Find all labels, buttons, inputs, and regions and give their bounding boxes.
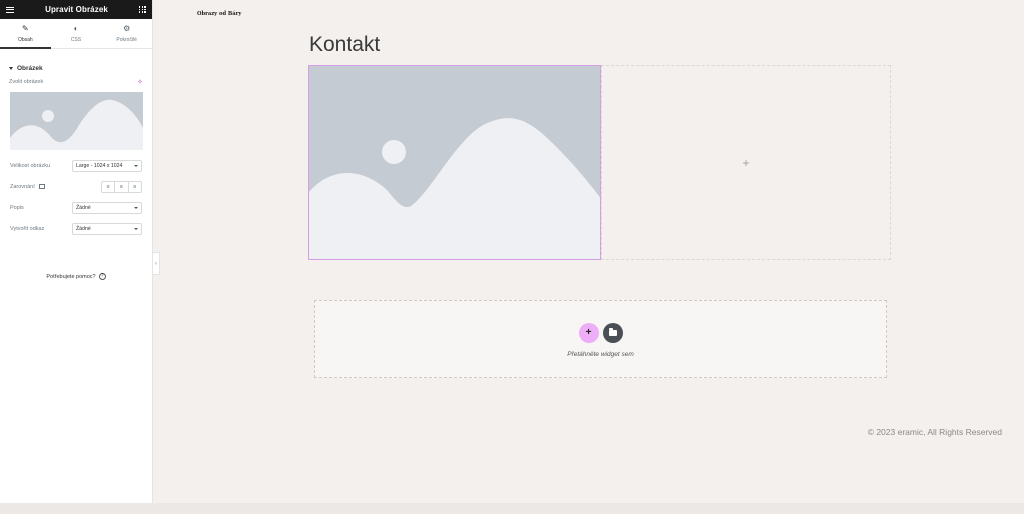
image-size-label: Velikost obrázku xyxy=(10,162,51,169)
align-left-icon: ≡ xyxy=(106,183,110,190)
widgets-grid-icon[interactable] xyxy=(138,6,146,13)
tab-advanced-label: Pokročilé xyxy=(116,37,137,43)
tab-advanced[interactable]: ⚙ Pokročilé xyxy=(101,19,152,48)
chevron-down-icon xyxy=(134,206,138,209)
alignment-buttons: ≡ ≡ ≡ xyxy=(101,180,142,193)
help-text: Potřebujete pomoc? xyxy=(46,273,96,280)
alignment-label-group: Zarovnání xyxy=(10,184,45,190)
align-center-button[interactable]: ≡ xyxy=(115,181,129,192)
chevron-left-icon: ‹ xyxy=(155,260,157,267)
image-placeholder-icon xyxy=(10,92,143,150)
site-logo[interactable]: Obrazy od Báry xyxy=(197,11,241,17)
alignment-row: Zarovnání ≡ ≡ ≡ xyxy=(0,176,152,197)
image-size-select[interactable]: Large - 1024 x 1024 xyxy=(72,159,142,172)
caption-row: Popis Žádné xyxy=(0,197,152,218)
bottom-strip xyxy=(0,503,1024,514)
caret-down-icon xyxy=(9,66,13,70)
panel-title: Upravit Obrázek xyxy=(45,5,108,14)
image-size-row: Velikost obrázku Large - 1024 x 1024 xyxy=(0,155,152,176)
align-right-icon: ≡ xyxy=(133,183,137,190)
ai-sparkle-icon[interactable]: ✧ xyxy=(137,78,143,86)
section-title: Obrázek xyxy=(17,64,43,72)
panel-header: Upravit Obrázek xyxy=(0,0,152,19)
caption-select[interactable]: Žádné xyxy=(72,201,142,214)
collapse-panel-button[interactable]: ‹ xyxy=(153,252,160,275)
image-size-value: Large - 1024 x 1024 xyxy=(76,162,123,169)
question-icon: ? xyxy=(98,273,106,280)
align-center-icon: ≡ xyxy=(120,183,123,190)
link-label: Vytvořit odkaz xyxy=(10,225,45,232)
tab-content[interactable]: ✎ Obsah xyxy=(0,19,51,49)
tab-content-label: Obsah xyxy=(17,37,33,43)
link-value: Žádné xyxy=(76,225,91,232)
menu-icon[interactable] xyxy=(6,6,14,13)
panel-tabs: ✎ Obsah ◐ CSS ⚙ Pokročilé xyxy=(0,19,152,49)
dropzone-text: Přetáhněte widget sem xyxy=(567,350,634,358)
tab-css-label: CSS xyxy=(70,37,82,43)
help-link[interactable]: Potřebujete pomoc? ? xyxy=(0,273,152,280)
add-element-icon[interactable]: + xyxy=(742,157,749,169)
caption-value: Žádné xyxy=(76,204,91,211)
pencil-icon: ✎ xyxy=(21,24,29,33)
gear-icon: ⚙ xyxy=(123,24,131,33)
align-right-button[interactable]: ≡ xyxy=(129,182,141,192)
footer-copyright: © 2023 eramic, All Rights Reserved xyxy=(867,427,1002,437)
dropzone-buttons: + xyxy=(578,322,623,343)
editor-panel: Upravit Obrázek ✎ Obsah ◐ CSS ⚙ Pokročil… xyxy=(0,0,153,503)
add-section-button[interactable]: + xyxy=(578,322,599,343)
image-chooser-preview[interactable] xyxy=(10,92,143,150)
alignment-label: Zarovnání xyxy=(10,183,35,190)
link-row: Vytvořit odkaz Žádné xyxy=(0,218,152,239)
tab-css[interactable]: ◐ CSS xyxy=(51,19,102,48)
chevron-down-icon xyxy=(134,227,138,230)
page-title: Kontakt xyxy=(309,33,381,56)
empty-column[interactable]: + xyxy=(601,65,891,260)
chevron-down-icon xyxy=(134,164,138,167)
template-library-button[interactable] xyxy=(602,322,623,343)
folder-icon xyxy=(608,328,617,336)
half-circle-icon: ◐ xyxy=(73,24,79,33)
desktop-icon[interactable] xyxy=(38,184,45,189)
choose-image-label: Zvolit obrázek xyxy=(9,79,44,85)
image-placeholder-icon xyxy=(309,66,600,259)
plus-icon: + xyxy=(585,327,592,338)
link-select[interactable]: Žádné xyxy=(72,222,142,235)
align-left-button[interactable]: ≡ xyxy=(102,181,116,192)
widget-dropzone[interactable]: + Přetáhněte widget sem xyxy=(314,300,887,378)
image-widget-selected[interactable] xyxy=(308,65,601,260)
choose-image-row: Zvolit obrázek ✧ xyxy=(0,78,152,86)
caption-label: Popis xyxy=(10,204,24,211)
